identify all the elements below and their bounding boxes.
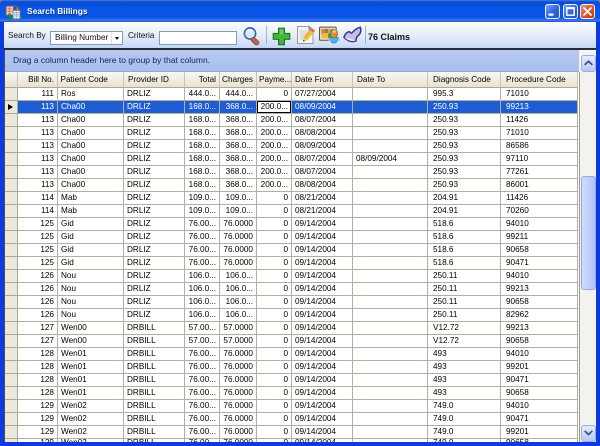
svg-text:$: $ [7, 11, 12, 20]
